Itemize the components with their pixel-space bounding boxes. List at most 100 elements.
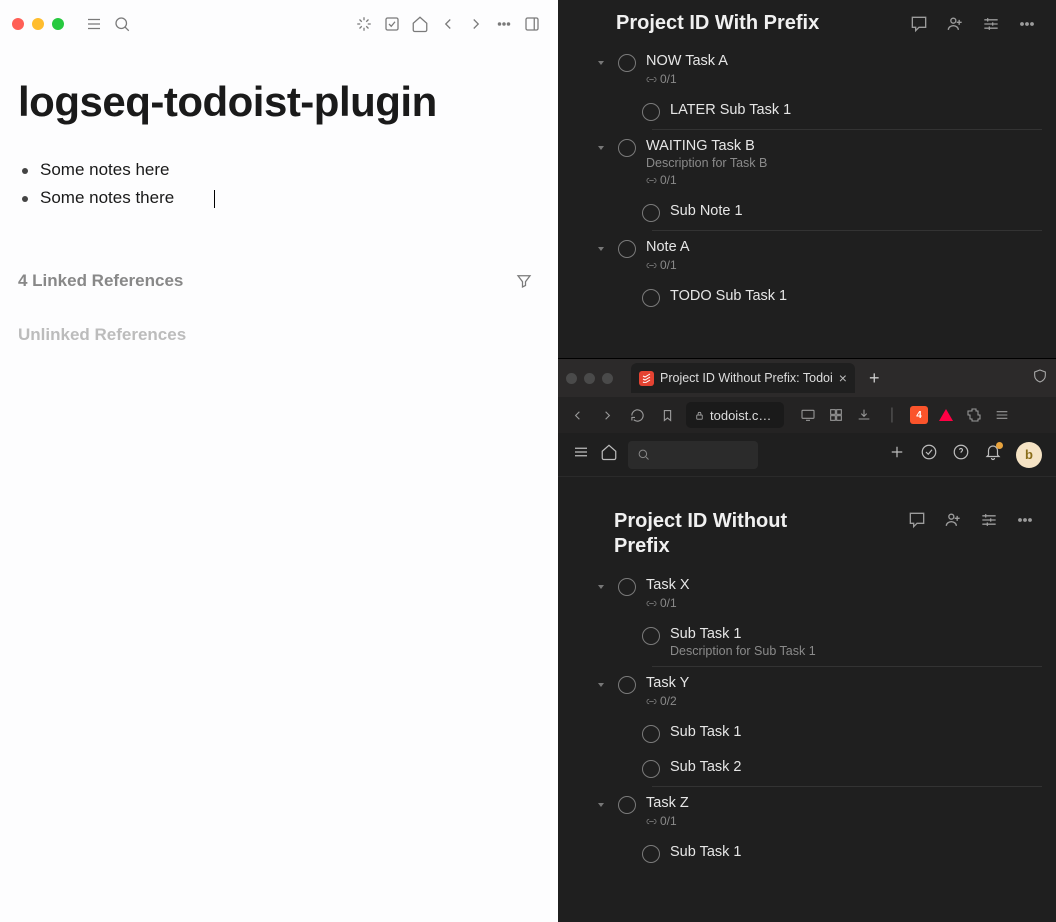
task-row[interactable]: Task Z0/1 <box>594 787 1056 836</box>
close-dot[interactable] <box>566 373 577 384</box>
right-sidebar-icon[interactable] <box>518 10 546 38</box>
window-traffic-lights[interactable] <box>566 373 613 384</box>
more-icon[interactable] <box>1016 13 1038 35</box>
chevron-down-icon[interactable] <box>594 141 608 155</box>
browser-tab[interactable]: Project ID Without Prefix: Todoi × <box>631 363 855 393</box>
page-title[interactable]: logseq-todoist-plugin <box>18 78 538 126</box>
add-task-icon[interactable] <box>888 443 906 466</box>
extensions-icon[interactable] <box>964 405 984 425</box>
task-row[interactable]: WAITING Task BDescription for Task B0/1 <box>594 130 1056 195</box>
chevron-down-icon[interactable] <box>594 798 608 812</box>
more-icon[interactable] <box>1014 509 1036 531</box>
plugin-icon[interactable] <box>350 10 378 38</box>
back-icon[interactable] <box>434 10 462 38</box>
comment-icon[interactable] <box>908 13 930 35</box>
forward-icon[interactable] <box>596 408 618 423</box>
tab-title: Project ID Without Prefix: Todoi <box>660 371 833 385</box>
task-name: TODO Sub Task 1 <box>670 288 1046 304</box>
download-icon[interactable] <box>854 405 874 425</box>
subtask-row[interactable]: Sub Task 1 <box>594 716 1056 751</box>
minimize-dot[interactable] <box>32 18 44 30</box>
complete-checkbox[interactable] <box>618 54 636 72</box>
chevron-down-icon[interactable] <box>594 678 608 692</box>
search-icon[interactable] <box>108 10 136 38</box>
maximize-dot[interactable] <box>602 373 613 384</box>
chevron-down-icon[interactable] <box>594 580 608 594</box>
project-title[interactable]: Project ID Without Prefix <box>614 509 824 559</box>
cast-icon[interactable] <box>798 405 818 425</box>
complete-checkbox[interactable] <box>618 676 636 694</box>
hamburger-icon[interactable] <box>992 405 1012 425</box>
notifications-icon[interactable] <box>984 443 1002 466</box>
edit-icon[interactable] <box>378 10 406 38</box>
subtask-row[interactable]: Sub Task 1 <box>594 836 1056 871</box>
window-traffic-lights[interactable] <box>12 18 64 30</box>
minimize-dot[interactable] <box>584 373 595 384</box>
bullet-item[interactable]: Some notes there <box>40 184 538 212</box>
divider: | <box>882 405 902 425</box>
close-dot[interactable] <box>12 18 24 30</box>
maximize-dot[interactable] <box>52 18 64 30</box>
unlinked-references-heading[interactable]: Unlinked References <box>18 325 538 345</box>
subtask-row[interactable]: TODO Sub Task 1 <box>594 280 1056 315</box>
avatar[interactable]: b <box>1016 442 1042 468</box>
view-settings-icon[interactable] <box>978 509 1000 531</box>
complete-checkbox[interactable] <box>642 725 660 743</box>
complete-checkbox[interactable] <box>618 240 636 258</box>
project-header: Project ID Without Prefix <box>558 501 1056 563</box>
close-tab-icon[interactable]: × <box>839 370 847 386</box>
reload-icon[interactable] <box>626 408 648 423</box>
task-row[interactable]: NOW Task A0/1 <box>594 45 1056 94</box>
complete-checkbox[interactable] <box>642 627 660 645</box>
subtask-row[interactable]: Sub Task 2 <box>594 751 1056 786</box>
bookmark-icon[interactable] <box>656 408 678 423</box>
subtask-row[interactable]: Sub Task 1Description for Sub Task 1 <box>594 618 1056 666</box>
subtask-row[interactable]: LATER Sub Task 1 <box>594 94 1056 129</box>
complete-checkbox[interactable] <box>642 845 660 863</box>
task-row[interactable]: Task X0/1 <box>594 569 1056 618</box>
chevron-down-icon[interactable] <box>594 242 608 256</box>
productivity-icon[interactable] <box>920 443 938 466</box>
home-icon[interactable] <box>600 443 618 466</box>
share-icon[interactable] <box>942 509 964 531</box>
search-input[interactable] <box>628 441 758 469</box>
back-icon[interactable] <box>566 408 588 423</box>
complete-checkbox[interactable] <box>618 139 636 157</box>
subtask-count: 0/1 <box>646 173 1046 187</box>
bullet-item[interactable]: Some notes here <box>40 156 538 184</box>
brave-rewards-icon[interactable] <box>936 405 956 425</box>
brave-badge[interactable]: 4 <box>910 406 928 424</box>
task-row[interactable]: Note A0/1 <box>594 231 1056 280</box>
subtask-count: 0/1 <box>646 258 1046 272</box>
comment-icon[interactable] <box>906 509 928 531</box>
lock-icon <box>694 410 705 421</box>
notification-dot <box>996 442 1003 449</box>
more-icon[interactable] <box>490 10 518 38</box>
project-title[interactable]: Project ID With Prefix <box>616 12 819 35</box>
subtask-count: 0/2 <box>646 694 1046 708</box>
complete-checkbox[interactable] <box>642 289 660 307</box>
forward-icon[interactable] <box>462 10 490 38</box>
menu-icon[interactable] <box>572 443 590 466</box>
subtask-row[interactable]: Sub Note 1 <box>594 195 1056 230</box>
chevron-down-icon[interactable] <box>594 56 608 70</box>
complete-checkbox[interactable] <box>642 103 660 121</box>
help-icon[interactable] <box>952 443 970 466</box>
complete-checkbox[interactable] <box>642 204 660 222</box>
home-icon[interactable] <box>406 10 434 38</box>
view-settings-icon[interactable] <box>980 13 1002 35</box>
brave-shield-icon[interactable] <box>1032 368 1048 389</box>
logseq-page-body: logseq-todoist-plugin Some notes here So… <box>0 48 558 922</box>
new-tab-button[interactable]: + <box>863 368 886 389</box>
task-row[interactable]: Task Y0/2 <box>594 667 1056 716</box>
task-name: LATER Sub Task 1 <box>670 102 1046 118</box>
menu-icon[interactable] <box>80 10 108 38</box>
reader-icon[interactable] <box>826 405 846 425</box>
share-icon[interactable] <box>944 13 966 35</box>
linked-references-heading[interactable]: 4 Linked References <box>18 271 183 291</box>
complete-checkbox[interactable] <box>618 578 636 596</box>
url-field[interactable]: todoist.c… <box>686 402 784 428</box>
filter-icon[interactable] <box>510 267 538 295</box>
complete-checkbox[interactable] <box>618 796 636 814</box>
complete-checkbox[interactable] <box>642 760 660 778</box>
